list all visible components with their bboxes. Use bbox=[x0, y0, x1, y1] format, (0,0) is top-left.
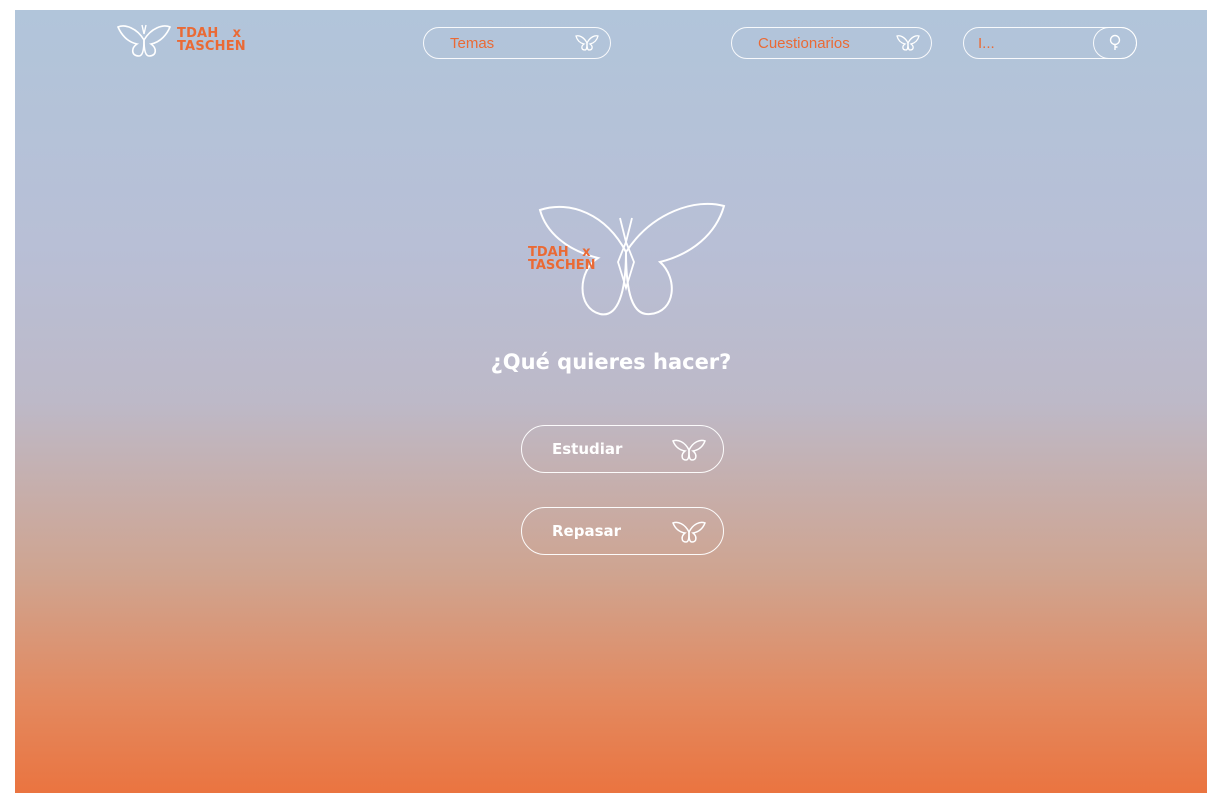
page-title: ¿Qué quieres hacer? bbox=[490, 350, 732, 374]
review-button-label: Repasar bbox=[552, 522, 622, 540]
search-box bbox=[963, 26, 1137, 59]
page-background: TDAH x TASCHEN Temas Cuestionarios I... … bbox=[15, 10, 1207, 793]
butterfly-icon bbox=[672, 521, 706, 543]
study-button[interactable]: Estudiar bbox=[521, 425, 724, 473]
nav-temas-label: Temas bbox=[450, 34, 495, 52]
nav-temas-button[interactable]: Temas bbox=[423, 27, 611, 59]
study-button-label: Estudiar bbox=[552, 440, 623, 458]
brand-line2: TASCHEN bbox=[177, 39, 246, 54]
butterfly-icon bbox=[672, 439, 706, 461]
nav-cuestionarios-button[interactable]: Cuestionarios bbox=[731, 27, 932, 59]
hero-brand-wordmark: TDAH x TASCHEN bbox=[528, 246, 595, 272]
brand-wordmark: TDAH x TASCHEN bbox=[177, 27, 246, 53]
butterfly-icon bbox=[575, 35, 599, 51]
search-input[interactable] bbox=[978, 32, 1078, 54]
search-button[interactable] bbox=[1093, 26, 1137, 59]
search-icon bbox=[1109, 34, 1121, 50]
hero-logo: TDAH x TASCHEN bbox=[520, 196, 732, 322]
header-logo[interactable]: TDAH x TASCHEN bbox=[115, 22, 246, 58]
nav-cuestionarios-label: Cuestionarios bbox=[758, 34, 850, 52]
butterfly-icon bbox=[896, 35, 920, 51]
hero-brand-line2: TASCHEN bbox=[528, 258, 596, 273]
review-button[interactable]: Repasar bbox=[521, 507, 724, 555]
butterfly-logo-icon bbox=[116, 24, 172, 57]
